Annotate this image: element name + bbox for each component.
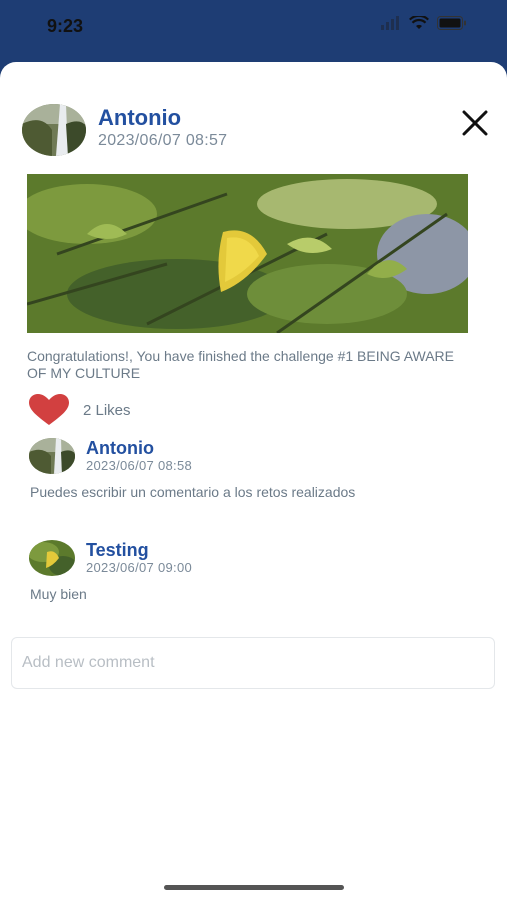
comment-date: 2023/06/07 09:00 — [86, 560, 193, 575]
status-icons — [381, 16, 467, 30]
post-date: 2023/06/07 08:57 — [98, 132, 228, 149]
close-icon[interactable] — [458, 106, 494, 142]
status-bar: 9:23 — [0, 0, 507, 52]
post-photo — [27, 174, 468, 333]
comment-author-avatar — [29, 438, 75, 474]
post-detail-sheet: Antonio 2023/06/07 08:57 Congratulations… — [0, 62, 507, 900]
comment-author-name[interactable]: Testing — [86, 540, 149, 561]
comment-date: 2023/06/07 08:58 — [86, 458, 193, 473]
home-indicator — [164, 885, 344, 890]
comment-text: Muy bien — [30, 586, 87, 602]
comment-author-avatar — [29, 540, 75, 576]
signal-icon — [381, 16, 399, 30]
comment-author-name[interactable]: Antonio — [86, 438, 154, 459]
post-author-name[interactable]: Antonio — [98, 105, 181, 131]
comment-text: Puedes escribir un comentario a los reto… — [30, 484, 356, 500]
heart-icon[interactable] — [29, 394, 69, 426]
comment-input[interactable] — [11, 637, 495, 689]
like-count: 2 Likes — [83, 401, 131, 419]
like-row: 2 Likes — [29, 394, 131, 426]
post-caption: Congratulations!, You have finished the … — [27, 348, 455, 381]
author-avatar — [22, 104, 86, 156]
wifi-icon — [409, 16, 429, 29]
status-time: 9:23 — [47, 16, 84, 36]
battery-icon — [437, 16, 466, 30]
